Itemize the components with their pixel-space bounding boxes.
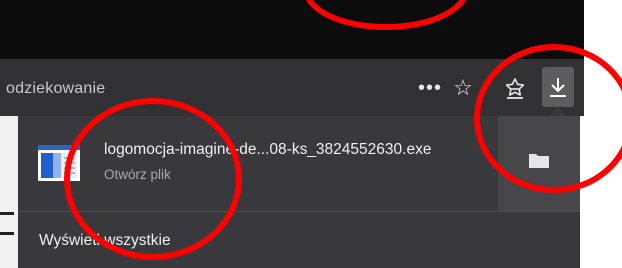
show-all-downloads-link[interactable]: Wyświetl wszystkie	[39, 232, 171, 250]
downloads-button[interactable]	[542, 67, 574, 107]
downloads-panel: logomocja-imagine-de...08-ks_3824552630.…	[18, 116, 580, 268]
show-in-folder-button[interactable]	[498, 116, 580, 211]
page-content-edge	[0, 116, 18, 268]
download-status: Otwórz plik	[104, 167, 171, 182]
window-edge	[584, 0, 622, 268]
bookmark-star-icon[interactable]: ☆	[450, 74, 476, 102]
page-content-fragment	[0, 232, 14, 235]
show-all-downloads-row[interactable]: Wyświetl wszystkie	[18, 212, 580, 268]
download-item[interactable]: logomocja-imagine-de...08-ks_3824552630.…	[18, 116, 498, 211]
download-arrow-icon	[550, 78, 566, 97]
url-bar-text[interactable]: odziekowanie	[6, 80, 105, 98]
library-icon[interactable]	[502, 74, 528, 102]
exe-file-icon	[38, 145, 80, 181]
page-content-fragment	[0, 212, 14, 215]
panel-pointer	[550, 107, 566, 116]
download-file-name: logomocja-imagine-de...08-ks_3824552630.…	[104, 141, 432, 158]
window-title-bar	[0, 0, 584, 59]
more-actions-icon[interactable]: •••	[412, 76, 448, 100]
folder-icon	[529, 154, 549, 168]
